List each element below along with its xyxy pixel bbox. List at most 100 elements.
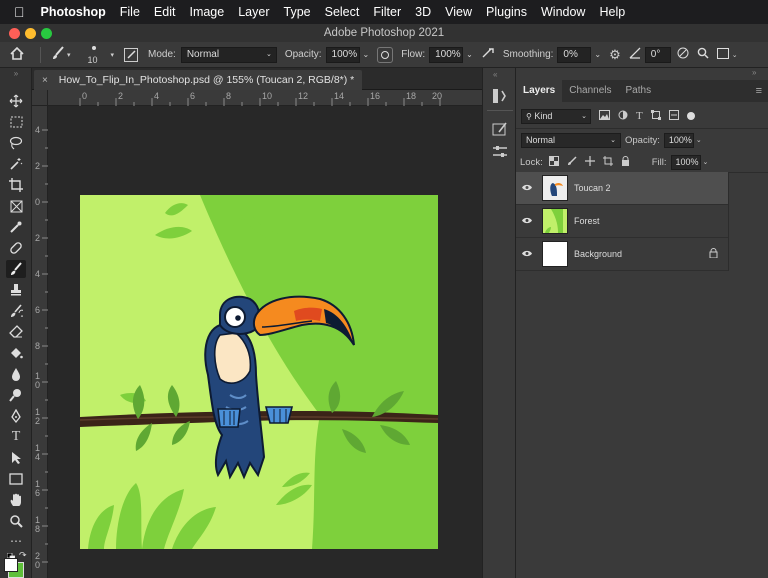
minimize-window-button[interactable] — [25, 28, 36, 39]
smoothing-input[interactable]: 0% — [557, 46, 592, 63]
document-canvas[interactable] — [80, 195, 438, 549]
fill-input[interactable]: 100% — [670, 154, 701, 170]
adjustments-panel-icon[interactable] — [492, 144, 508, 163]
vertical-ruler[interactable]: 4 2 0 2 4 6 8 1 0 1 2 1 4 1 6 1 8 2 0 — [32, 106, 48, 578]
blur-tool-icon[interactable] — [6, 365, 26, 383]
eye-icon[interactable] — [516, 183, 538, 193]
gear-icon[interactable]: ⚙ — [609, 47, 621, 63]
chevron-down-icon[interactable]: ⌄ — [466, 50, 473, 59]
layer-row-forest[interactable]: Forest — [516, 205, 728, 238]
menu-view[interactable]: View — [445, 5, 472, 19]
close-window-button[interactable] — [9, 28, 20, 39]
hand-tool-icon[interactable] — [6, 491, 26, 509]
more-tools-icon[interactable]: ⋯ — [6, 532, 26, 550]
filter-adjustment-icon[interactable] — [618, 110, 628, 123]
layer-row-background[interactable]: Background — [516, 238, 728, 271]
panel-menu-icon[interactable]: ≡ — [756, 85, 762, 97]
layer-row-toucan-2[interactable]: Toucan 2 — [516, 172, 728, 205]
lock-position-icon[interactable] — [584, 155, 595, 169]
menu-edit[interactable]: Edit — [154, 5, 176, 19]
filter-shape-icon[interactable] — [650, 109, 661, 123]
collapse-icon[interactable]: » — [752, 68, 756, 77]
menu-select[interactable]: Select — [325, 5, 360, 19]
brush-preset-icon[interactable] — [51, 46, 65, 63]
chevron-down-icon[interactable]: ⌄ — [732, 51, 738, 59]
mode-select[interactable]: Normal ⌄ — [180, 46, 277, 63]
blend-mode-select[interactable]: Normal ⌄ — [521, 132, 621, 148]
lock-icon[interactable] — [709, 248, 718, 260]
brush-size-picker[interactable]: 10 — [81, 43, 111, 67]
collapse-icon[interactable]: » — [6, 69, 26, 78]
apple-icon[interactable]:  — [14, 4, 25, 20]
lock-image-icon[interactable] — [567, 155, 577, 169]
lock-all-icon[interactable] — [621, 155, 630, 169]
history-panel-icon[interactable] — [492, 88, 508, 107]
history-brush-tool-icon[interactable] — [6, 302, 26, 320]
chevron-down-icon[interactable]: ⌄ — [696, 136, 702, 144]
lock-artboard-icon[interactable] — [602, 155, 613, 169]
filter-toggle-icon[interactable] — [686, 112, 695, 120]
pressure-opacity-icon[interactable] — [377, 46, 394, 63]
clone-stamp-tool-icon[interactable] — [6, 281, 26, 299]
eraser-tool-icon[interactable] — [6, 323, 26, 341]
menu-app-photoshop[interactable]: Photoshop — [41, 5, 106, 19]
dodge-tool-icon[interactable] — [6, 386, 26, 404]
foreground-color-swatch[interactable] — [4, 558, 18, 572]
pen-tool-icon[interactable] — [6, 407, 26, 425]
brush-settings-panel-icon[interactable] — [492, 122, 508, 141]
crop-tool-icon[interactable] — [6, 176, 26, 194]
healing-brush-tool-icon[interactable] — [6, 239, 26, 257]
menu-image[interactable]: Image — [189, 5, 224, 19]
menu-filter[interactable]: Filter — [373, 5, 401, 19]
tab-layers[interactable]: Layers — [516, 80, 563, 102]
rectangle-tool-icon[interactable] — [6, 470, 26, 488]
eyedropper-tool-icon[interactable] — [6, 218, 26, 236]
angle-icon[interactable] — [629, 47, 641, 62]
type-tool-icon[interactable]: T — [6, 428, 26, 446]
menu-3d[interactable]: 3D — [415, 5, 431, 19]
path-selection-tool-icon[interactable] — [6, 449, 26, 467]
airbrush-icon[interactable] — [481, 47, 495, 62]
chevron-down-icon[interactable]: ⌄ — [363, 50, 370, 59]
paint-bucket-tool-icon[interactable] — [6, 344, 26, 362]
ruler-origin[interactable] — [32, 90, 48, 106]
menu-plugins[interactable]: Plugins — [486, 5, 527, 19]
marquee-tool-icon[interactable] — [6, 113, 26, 131]
eye-icon[interactable] — [516, 216, 538, 226]
menu-window[interactable]: Window — [541, 5, 585, 19]
brush-tool-icon[interactable] — [6, 260, 26, 278]
menu-layer[interactable]: Layer — [238, 5, 269, 19]
chevron-down-icon[interactable]: ▾ — [111, 51, 115, 59]
close-tab-icon[interactable]: × — [42, 75, 48, 86]
opacity-input[interactable]: 100% — [325, 46, 360, 63]
magic-wand-tool-icon[interactable] — [6, 155, 26, 173]
layer-opacity-input[interactable]: 100% — [663, 132, 694, 148]
brush-settings-icon[interactable] — [124, 47, 139, 62]
lasso-tool-icon[interactable] — [6, 134, 26, 152]
search-icon[interactable] — [697, 47, 709, 62]
swap-colors-icon[interactable]: ↷ — [19, 550, 27, 561]
document-tab[interactable]: × How_To_Flip_In_Photoshop.psd @ 155% (T… — [34, 70, 363, 90]
menu-type[interactable]: Type — [284, 5, 311, 19]
eye-icon[interactable] — [516, 249, 538, 259]
pressure-size-icon[interactable] — [677, 47, 689, 62]
workspace-icon[interactable] — [716, 47, 729, 62]
angle-input[interactable]: 0° — [644, 46, 671, 63]
zoom-window-button[interactable] — [41, 28, 52, 39]
menu-help[interactable]: Help — [599, 5, 625, 19]
move-tool-icon[interactable] — [6, 92, 26, 110]
filter-kind-select[interactable]: ⚲ Kind ⌄ — [521, 108, 591, 124]
tab-channels[interactable]: Channels — [562, 80, 618, 102]
menu-file[interactable]: File — [120, 5, 140, 19]
flow-input[interactable]: 100% — [429, 46, 464, 63]
zoom-tool-icon[interactable] — [6, 512, 26, 530]
filter-type-icon[interactable]: T — [636, 110, 643, 122]
tab-paths[interactable]: Paths — [619, 80, 659, 102]
chevron-down-icon[interactable]: ⌄ — [594, 50, 601, 59]
filter-pixel-icon[interactable] — [599, 109, 610, 123]
horizontal-ruler[interactable]: 0 2 4 6 8 10 12 14 16 18 20 — [48, 90, 482, 106]
frame-tool-icon[interactable] — [6, 197, 26, 215]
filter-smart-object-icon[interactable] — [668, 109, 679, 123]
chevron-down-icon[interactable]: ⌄ — [703, 158, 709, 166]
lock-transparent-icon[interactable] — [548, 155, 559, 169]
